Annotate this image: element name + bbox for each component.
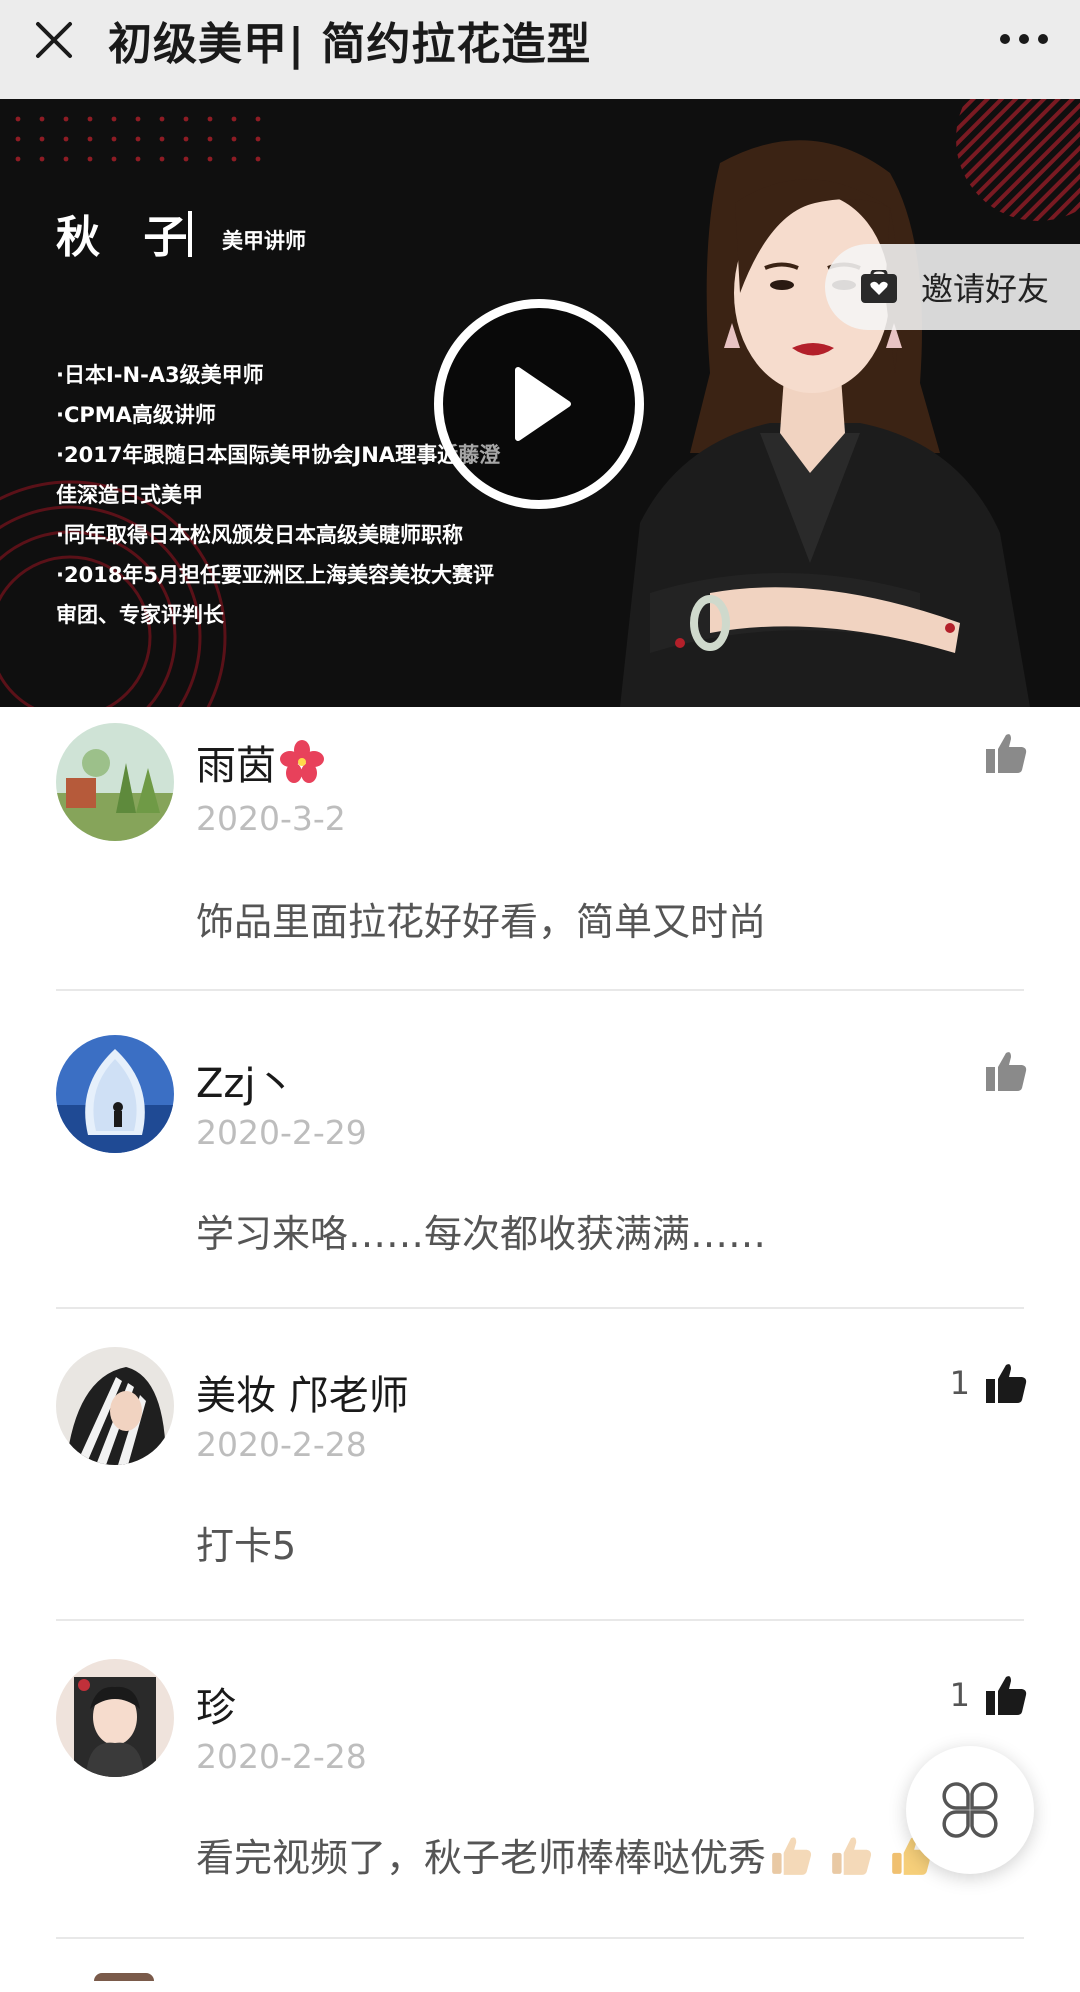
gift-bag-icon <box>859 269 899 305</box>
comment-text: 饰品里面拉花好好看，简单又时尚 <box>196 900 767 944</box>
clover-menu-icon <box>942 1782 998 1838</box>
close-icon <box>36 22 72 58</box>
commenter-name: Zzj丶 <box>196 1061 296 1107</box>
like-button[interactable]: 1 <box>950 1361 1028 1405</box>
like-button[interactable] <box>970 1049 1028 1093</box>
like-count: 1 <box>949 1676 970 1714</box>
avatar[interactable] <box>56 1035 174 1153</box>
name-divider <box>188 211 192 257</box>
thumbs-up-icon <box>986 1364 1027 1403</box>
bio-line: ·2018年5月担任要亚洲区上海美容美妆大赛评 <box>56 563 495 587</box>
top-bar: 初级美甲| 简约拉花造型 <box>0 0 1080 99</box>
comment-text: 学习来咯……每次都收获满满…… <box>196 1212 767 1256</box>
thumbs-up-emoji-icon <box>832 1836 872 1875</box>
like-button[interactable]: 1 <box>950 1673 1028 1717</box>
page-title: 初级美甲| 简约拉花造型 <box>108 19 592 70</box>
like-count: 1 <box>949 1364 970 1402</box>
commenter-name: 珍 <box>196 1685 236 1731</box>
thumbs-up-icon <box>986 1052 1027 1091</box>
comment-item: 美妆 邝老师 2020-2-28 打卡5 1 <box>0 1329 1080 1641</box>
commenter-name: 雨茵 <box>196 733 324 791</box>
teacher-role: 美甲讲师 <box>222 229 306 253</box>
comment-date: 2020-2-28 <box>196 1425 367 1464</box>
invite-friends-button[interactable]: 邀请好友 <box>825 244 1080 330</box>
comment-text: 打卡5 <box>196 1524 297 1568</box>
comment-date: 2020-2-28 <box>196 1737 367 1776</box>
avatar[interactable] <box>56 1347 174 1465</box>
thumbs-up-icon <box>986 1676 1027 1715</box>
like-button[interactable] <box>970 731 1028 775</box>
more-button[interactable] <box>994 14 1054 64</box>
comment-text: 看完视频了，秋子老师棒棒哒优秀 <box>196 1827 934 1882</box>
next-comment-avatar-partial <box>94 1973 154 1981</box>
divider <box>56 989 1024 991</box>
bio-line: 审团、专家评判长 <box>56 603 224 627</box>
comment-item: 雨茵 2020-3-2 饰品里面拉花好好看，简单又时尚 <box>0 707 1080 1017</box>
divider <box>56 1937 1024 1939</box>
more-horizontal-icon <box>1000 34 1048 44</box>
close-button[interactable] <box>26 12 82 68</box>
comment-date: 2020-2-29 <box>196 1113 367 1152</box>
invite-label: 邀请好友 <box>921 270 1050 308</box>
comment-item: Zzj丶 2020-2-29 学习来咯……每次都收获满满…… <box>0 1017 1080 1329</box>
video-player[interactable]: 秋 子 美甲讲师 ·日本I-N-A3级美甲师 ·CPMA高级讲师 ·2017年跟… <box>0 99 1080 707</box>
avatar[interactable] <box>56 1659 174 1777</box>
comment-date: 2020-3-2 <box>196 799 346 838</box>
floating-menu-button[interactable] <box>906 1746 1034 1874</box>
bio-line: ·同年取得日本松风颁发日本高级美睫师职称 <box>56 523 463 547</box>
commenter-name: 美妆 邝老师 <box>196 1373 409 1419</box>
avatar[interactable] <box>56 723 174 841</box>
divider <box>56 1619 1024 1621</box>
play-button[interactable] <box>434 299 644 509</box>
dot-pattern-decoration <box>14 115 274 175</box>
thumbs-up-icon <box>986 734 1027 773</box>
thumbs-up-emoji-icon <box>772 1836 812 1875</box>
teacher-name: 秋 子 <box>56 212 202 263</box>
play-icon <box>515 367 571 441</box>
divider <box>56 1307 1024 1309</box>
comment-list: 雨茵 2020-3-2 饰品里面拉花好好看，简单又时尚 Zzj丶 2020-2-… <box>0 707 1080 1981</box>
hibiscus-flower-icon <box>280 740 324 783</box>
